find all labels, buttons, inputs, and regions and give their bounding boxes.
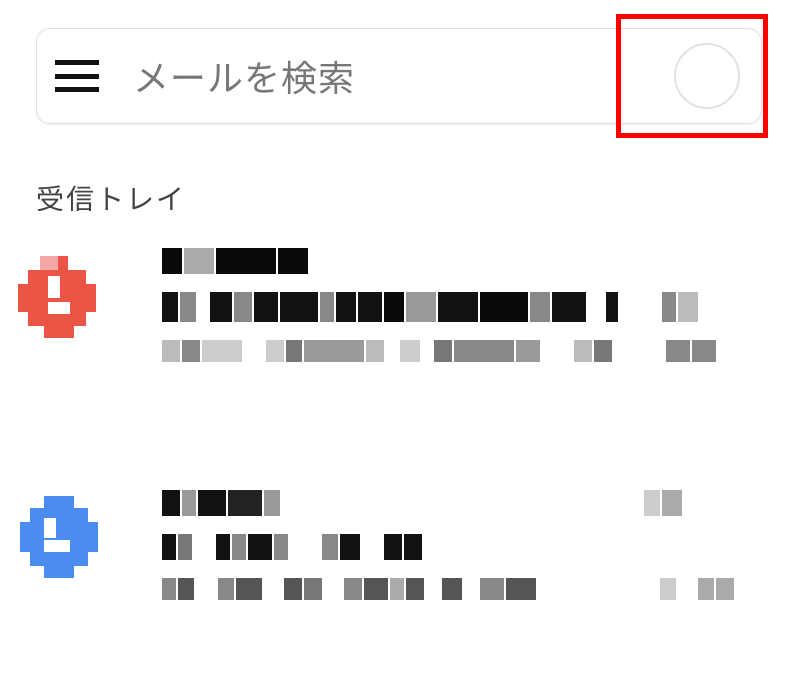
sender-avatar <box>18 496 104 582</box>
avatar-icon <box>674 43 740 109</box>
sender-avatar <box>18 254 104 340</box>
search-input[interactable]: メールを検索 <box>133 50 671 102</box>
inbox-label: 受信トレイ <box>36 178 186 218</box>
mail-item[interactable] <box>18 490 778 670</box>
menu-icon[interactable] <box>55 60 99 92</box>
mail-item[interactable] <box>18 248 778 448</box>
mail-preview-redacted <box>162 248 778 376</box>
search-bar: メールを検索 <box>36 28 762 124</box>
mail-preview-redacted <box>162 490 778 614</box>
account-avatar[interactable] <box>671 40 743 112</box>
